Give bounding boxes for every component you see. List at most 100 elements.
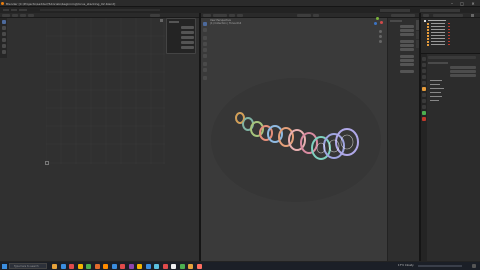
material-properties-tab-icon[interactable]	[422, 117, 426, 121]
popover-field-5[interactable]	[181, 46, 194, 49]
taskbar-app-icon[interactable]	[196, 263, 202, 269]
scale-y-field[interactable]	[400, 59, 414, 62]
outliner-search-input[interactable]	[433, 14, 463, 17]
n-panel-toggle-icon[interactable]	[160, 19, 163, 22]
constraints-properties-tab-icon[interactable]	[422, 105, 426, 109]
header-options-button[interactable]	[150, 14, 160, 17]
image-menu[interactable]	[28, 14, 34, 17]
select-box-tool-icon[interactable]	[202, 22, 207, 26]
taskbar-app-icon[interactable]	[154, 263, 159, 269]
rotation-y-field[interactable]	[400, 44, 414, 47]
taskbar-search-box[interactable]: Type here to search	[9, 263, 47, 269]
y-axis-icon[interactable]	[376, 17, 379, 20]
object-mode-dropdown[interactable]	[213, 14, 227, 17]
maximize-button[interactable]: □	[457, 1, 467, 6]
prop-field-1[interactable]	[450, 66, 476, 69]
start-button-icon[interactable]	[2, 263, 7, 269]
filter-icon[interactable]	[471, 14, 474, 17]
scene-properties-tab-icon[interactable]	[422, 75, 426, 79]
location-z-field[interactable]	[400, 33, 414, 36]
location-x-field[interactable]	[400, 25, 414, 28]
row-label-bar	[431, 23, 445, 24]
taskbar-app-icon[interactable]	[128, 263, 134, 269]
viewport-editor-type-button[interactable]	[203, 14, 211, 17]
menu-item-edit[interactable]	[11, 9, 17, 11]
taskbar-app-icon[interactable]	[103, 263, 108, 269]
scale-z-field[interactable]	[400, 63, 414, 66]
popover-field-3[interactable]	[181, 36, 194, 39]
rotate-3d-tool-icon[interactable]	[202, 42, 207, 46]
dimensions-field[interactable]	[400, 70, 414, 73]
popover-field-2[interactable]	[181, 31, 194, 34]
pan-icon[interactable]	[379, 35, 382, 38]
x-axis-icon[interactable]	[380, 21, 383, 24]
cursor-tool-icon[interactable]	[1, 26, 6, 30]
scene-selector[interactable]	[380, 8, 410, 12]
close-button[interactable]: ✕	[468, 1, 478, 6]
prop-field-3[interactable]	[450, 74, 476, 77]
notification-icon[interactable]	[472, 264, 476, 268]
select-menu[interactable]	[20, 14, 26, 17]
rotation-z-field[interactable]	[400, 48, 414, 51]
location-y-field[interactable]	[400, 29, 414, 32]
workspace-tabs[interactable]	[40, 9, 160, 11]
taskbar-app-icon[interactable]	[162, 263, 168, 269]
minimize-button[interactable]: –	[447, 1, 457, 6]
object-properties-tab-icon[interactable]	[422, 87, 426, 91]
camera-view-icon[interactable]	[379, 40, 382, 43]
output-properties-tab-icon[interactable]	[422, 69, 426, 73]
editor-type-button[interactable]	[2, 14, 10, 17]
view-layer-selector[interactable]	[420, 8, 460, 12]
outliner-header	[421, 13, 480, 18]
transform-orientation-dropdown[interactable]	[297, 14, 311, 17]
prop-field-2[interactable]	[450, 70, 476, 73]
taskbar-app-icon[interactable]	[188, 263, 193, 269]
z-axis-icon[interactable]	[374, 22, 377, 25]
render-properties-tab-icon[interactable]	[422, 63, 426, 67]
taskbar-app-icon[interactable]	[94, 263, 100, 269]
taskbar-app-icon[interactable]	[60, 263, 66, 269]
world-properties-tab-icon[interactable]	[422, 81, 426, 85]
add-menu-3d[interactable]	[237, 14, 243, 17]
taskbar-app-icon[interactable]	[120, 263, 125, 269]
outliner-row[interactable]	[422, 43, 480, 46]
popover-field-4[interactable]	[181, 41, 194, 44]
taskbar-app-icon[interactable]	[171, 263, 176, 269]
taskbar-app-icon[interactable]	[86, 263, 91, 269]
menu-item-file[interactable]	[3, 9, 9, 11]
zoom-icon[interactable]	[379, 30, 382, 33]
scale-3d-tool-icon[interactable]	[202, 48, 207, 52]
scale-x-field[interactable]	[400, 55, 414, 58]
physics-properties-tab-icon[interactable]	[422, 99, 426, 103]
rotation-x-field[interactable]	[400, 40, 414, 43]
tool-properties-tab-icon[interactable]	[422, 57, 426, 61]
taskbar-app-icon[interactable]	[111, 263, 117, 269]
modifier-properties-tab-icon[interactable]	[422, 93, 426, 97]
transform-tool-icon[interactable]	[202, 54, 207, 58]
transform-panel-header	[390, 20, 402, 22]
object-name-field[interactable]	[428, 56, 476, 59]
taskbar-app-icon[interactable]	[179, 263, 185, 269]
data-properties-tab-icon[interactable]	[422, 111, 426, 115]
rotate-tool-icon[interactable]	[1, 38, 6, 42]
popover-field-1[interactable]	[181, 26, 194, 29]
taskbar-app-icon[interactable]	[145, 263, 151, 269]
taskbar-app-icon[interactable]	[52, 263, 57, 269]
taskbar-app-icon[interactable]	[77, 263, 83, 269]
menu-item-render[interactable]	[19, 9, 27, 11]
view-menu[interactable]	[12, 14, 18, 17]
outliner-display-mode[interactable]	[423, 14, 429, 17]
move-tool-icon[interactable]	[1, 32, 6, 36]
tray-icons[interactable]	[418, 264, 462, 267]
navigation-gizmo[interactable]	[372, 16, 384, 28]
move-3d-tool-icon[interactable]	[202, 36, 207, 40]
view-menu-3d[interactable]	[229, 14, 235, 17]
annotate-tool-icon[interactable]	[1, 50, 6, 54]
viewport-shading-buttons[interactable]	[391, 14, 415, 17]
taskbar-app-icon[interactable]	[69, 263, 74, 269]
select-tool-icon[interactable]	[1, 20, 6, 24]
cursor-3d-tool-icon[interactable]	[202, 28, 207, 32]
taskbar-app-icon[interactable]	[137, 263, 142, 269]
snapping-toggle[interactable]	[313, 14, 319, 17]
scale-tool-icon[interactable]	[1, 44, 6, 48]
